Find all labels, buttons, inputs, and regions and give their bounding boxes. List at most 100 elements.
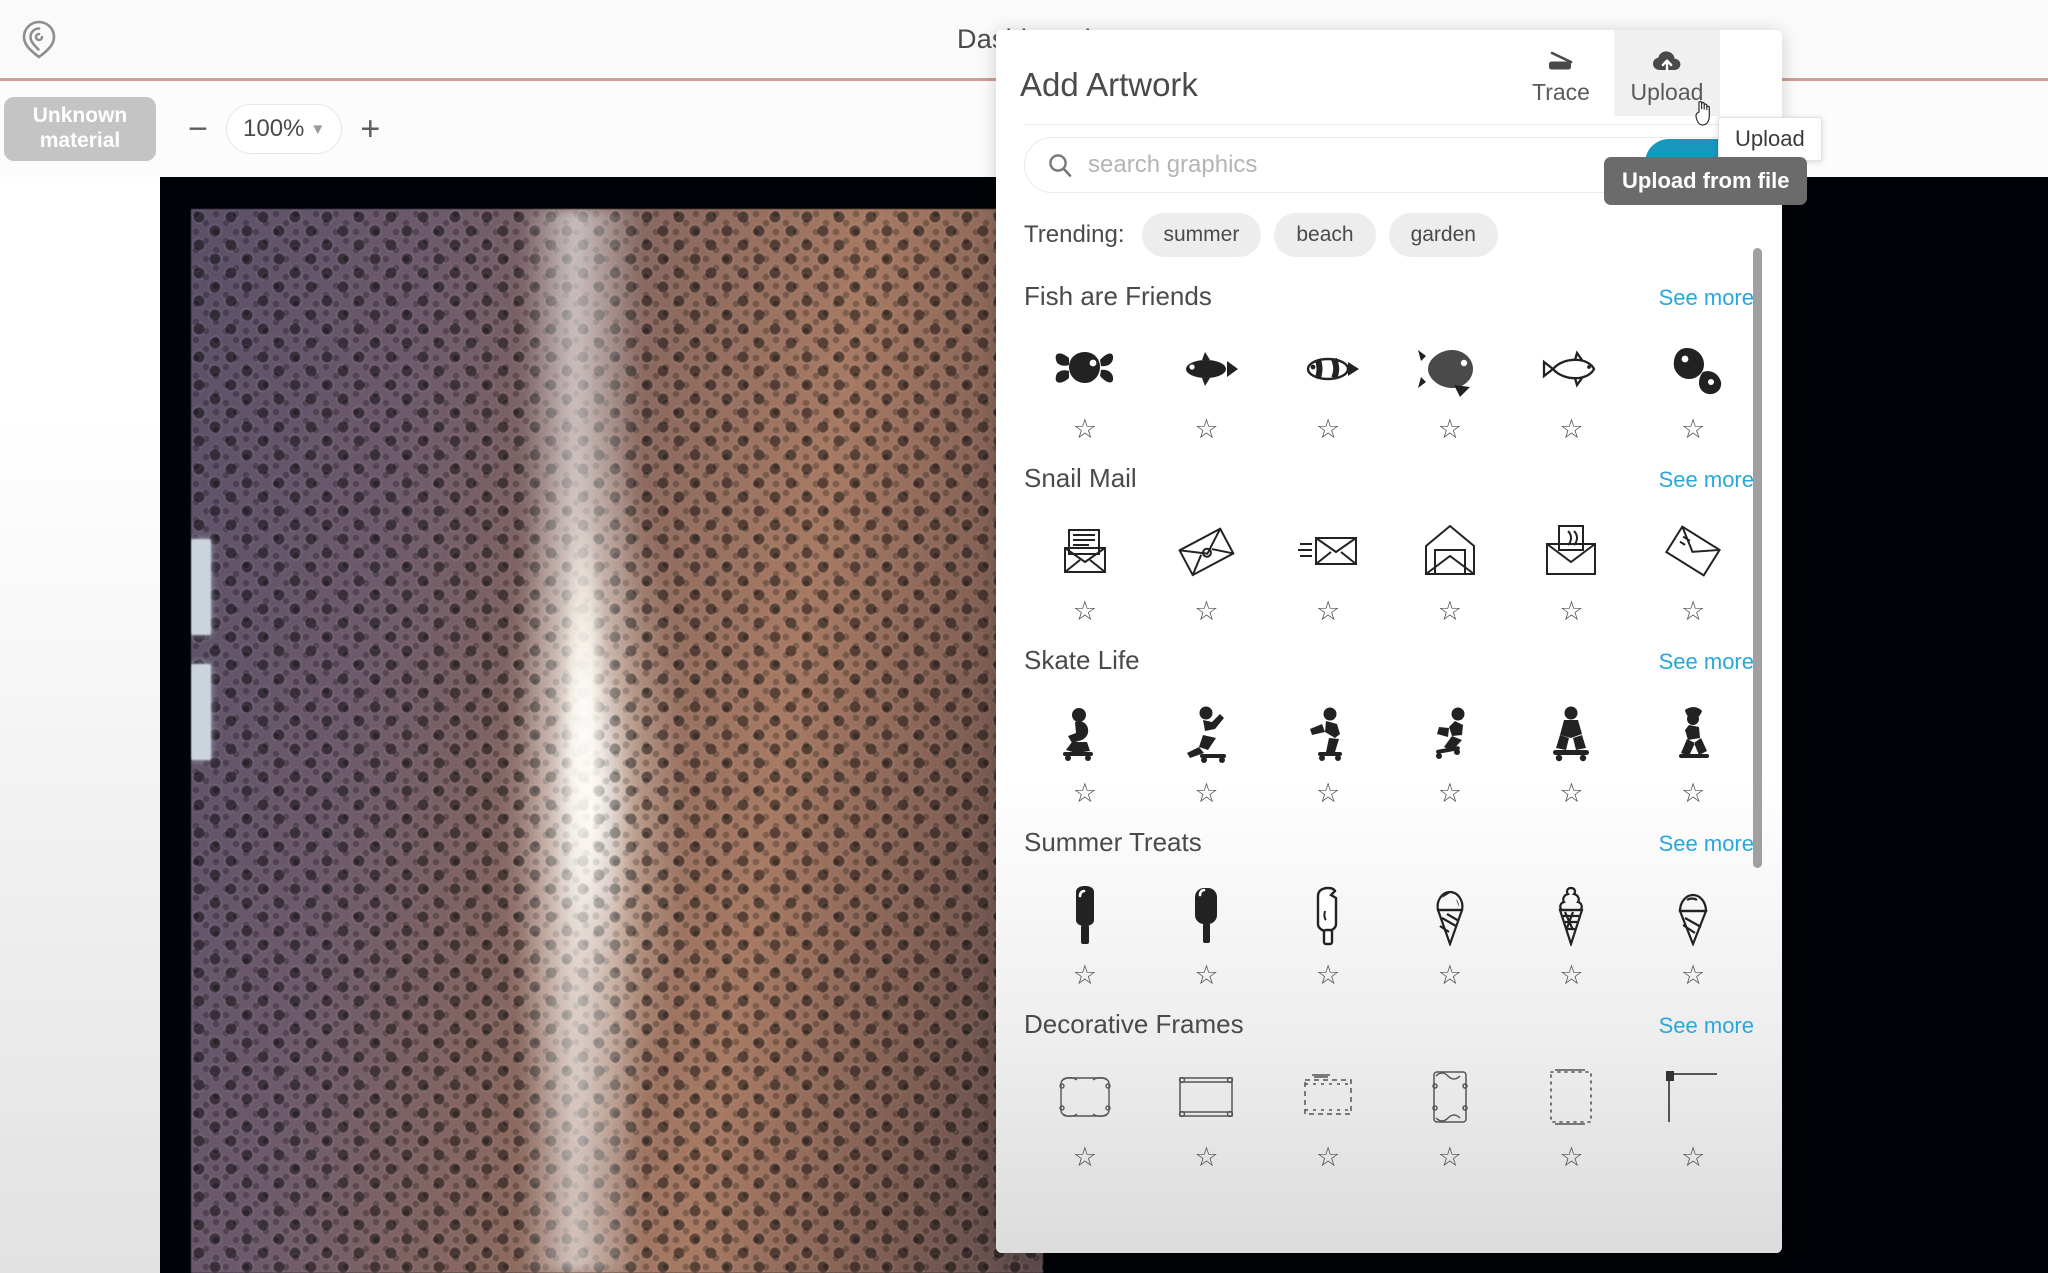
graphic-tile[interactable]: ☆ <box>1267 688 1389 811</box>
graphic-tile[interactable]: ☆ <box>1024 506 1146 629</box>
graphic-tile[interactable]: ☆ <box>1267 1052 1389 1175</box>
bass-fish-icon[interactable] <box>1414 332 1486 406</box>
favorite-star-icon[interactable]: ☆ <box>1681 598 1705 625</box>
favorite-star-icon[interactable]: ☆ <box>1438 416 1462 443</box>
graphic-tile[interactable]: ☆ <box>1511 506 1633 629</box>
graphic-tile[interactable]: ☆ <box>1146 870 1268 993</box>
skater-trick-icon[interactable] <box>1292 696 1364 770</box>
graphic-tile[interactable]: ☆ <box>1146 1052 1268 1175</box>
envelope-with-card-icon[interactable] <box>1535 514 1607 588</box>
favorite-star-icon[interactable]: ☆ <box>1559 962 1583 989</box>
graphic-tile[interactable]: ☆ <box>1267 506 1389 629</box>
favorite-star-icon[interactable]: ☆ <box>1681 780 1705 807</box>
skater-crouch-icon[interactable] <box>1049 696 1121 770</box>
popsicle-bite-icon[interactable] <box>1292 878 1364 952</box>
favorite-star-icon[interactable]: ☆ <box>1194 780 1218 807</box>
see-more-link[interactable]: See more <box>1659 1013 1754 1039</box>
favorite-star-icon[interactable]: ☆ <box>1438 962 1462 989</box>
trace-button[interactable]: Trace <box>1508 30 1614 116</box>
diagonal-envelope-icon[interactable] <box>1657 514 1729 588</box>
favorite-star-icon[interactable]: ☆ <box>1194 598 1218 625</box>
popsicle-solid-icon[interactable] <box>1049 878 1121 952</box>
favorite-star-icon[interactable]: ☆ <box>1194 1144 1218 1171</box>
mail-stack-icon[interactable] <box>1292 514 1364 588</box>
graphic-tile[interactable]: ☆ <box>1267 324 1389 447</box>
trending-chip-garden[interactable]: garden <box>1388 213 1498 257</box>
clownfish-icon[interactable] <box>1292 332 1364 406</box>
favorite-star-icon[interactable]: ☆ <box>1438 598 1462 625</box>
favorite-star-icon[interactable]: ☆ <box>1073 598 1097 625</box>
zoom-out-button[interactable]: − <box>178 109 218 149</box>
graphic-tile[interactable]: ☆ <box>1511 324 1633 447</box>
graphic-tile[interactable]: ☆ <box>1389 324 1511 447</box>
frame-tall-icon[interactable] <box>1414 1060 1486 1134</box>
zoom-level-select[interactable]: 100% ▼ <box>226 104 343 154</box>
graphic-tile[interactable]: ☆ <box>1389 1052 1511 1175</box>
zoom-in-button[interactable]: + <box>350 109 390 149</box>
favorite-star-icon[interactable]: ☆ <box>1194 962 1218 989</box>
material-badge[interactable]: Unknown material <box>4 97 156 161</box>
graphic-tile[interactable]: ☆ <box>1389 688 1511 811</box>
open-envelope-icon[interactable] <box>1414 514 1486 588</box>
favorite-star-icon[interactable]: ☆ <box>1316 598 1340 625</box>
frame-square-icon[interactable] <box>1170 1060 1242 1134</box>
graphic-tile[interactable]: ☆ <box>1146 324 1268 447</box>
favorite-star-icon[interactable]: ☆ <box>1559 1144 1583 1171</box>
graphic-tile[interactable]: ☆ <box>1024 1052 1146 1175</box>
graphic-tile[interactable]: ☆ <box>1146 506 1268 629</box>
trending-chip-beach[interactable]: beach <box>1274 213 1376 257</box>
popsicle-bar-icon[interactable] <box>1170 878 1242 952</box>
favorite-star-icon[interactable]: ☆ <box>1559 598 1583 625</box>
graphic-tile[interactable]: ☆ <box>1511 1052 1633 1175</box>
graphic-tile[interactable]: ☆ <box>1024 870 1146 993</box>
frame-dashed-icon[interactable] <box>1292 1060 1364 1134</box>
graphic-tile[interactable]: ☆ <box>1267 870 1389 993</box>
favorite-star-icon[interactable]: ☆ <box>1073 780 1097 807</box>
graphic-tile[interactable]: ☆ <box>1632 1052 1754 1175</box>
graphic-tile[interactable]: ☆ <box>1389 870 1511 993</box>
tilted-letter-icon[interactable] <box>1170 514 1242 588</box>
graphic-tile[interactable]: ☆ <box>1146 688 1268 811</box>
goldfish-fancy-icon[interactable] <box>1049 332 1121 406</box>
soft-serve-cone-icon[interactable] <box>1535 878 1607 952</box>
graphic-tile[interactable]: ☆ <box>1632 688 1754 811</box>
favorite-star-icon[interactable]: ☆ <box>1681 962 1705 989</box>
letter-in-envelope-icon[interactable] <box>1049 514 1121 588</box>
favorite-star-icon[interactable]: ☆ <box>1073 962 1097 989</box>
koi-pair-icon[interactable] <box>1657 332 1729 406</box>
frame-rounded-icon[interactable] <box>1049 1060 1121 1134</box>
favorite-star-icon[interactable]: ☆ <box>1316 780 1340 807</box>
favorite-star-icon[interactable]: ☆ <box>1316 416 1340 443</box>
favorite-star-icon[interactable]: ☆ <box>1073 416 1097 443</box>
graphic-tile[interactable]: ☆ <box>1632 506 1754 629</box>
graphic-tile[interactable]: ☆ <box>1024 688 1146 811</box>
graphic-tile[interactable]: ☆ <box>1632 870 1754 993</box>
skater-sit-icon[interactable] <box>1535 696 1607 770</box>
favorite-star-icon[interactable]: ☆ <box>1681 416 1705 443</box>
favorite-star-icon[interactable]: ☆ <box>1559 780 1583 807</box>
favorite-star-icon[interactable]: ☆ <box>1316 1144 1340 1171</box>
see-more-link[interactable]: See more <box>1659 285 1754 311</box>
minnow-fish-icon[interactable] <box>1535 332 1607 406</box>
favorite-star-icon[interactable]: ☆ <box>1438 1144 1462 1171</box>
graphic-tile[interactable]: ☆ <box>1024 324 1146 447</box>
favorite-star-icon[interactable]: ☆ <box>1559 416 1583 443</box>
gelato-cone-icon[interactable] <box>1657 878 1729 952</box>
favorite-star-icon[interactable]: ☆ <box>1438 780 1462 807</box>
favorite-star-icon[interactable]: ☆ <box>1073 1144 1097 1171</box>
trending-chip-summer[interactable]: summer <box>1141 213 1262 257</box>
ice-cream-cone-icon[interactable] <box>1414 878 1486 952</box>
see-more-link[interactable]: See more <box>1659 649 1754 675</box>
frame-dotted-icon[interactable] <box>1535 1060 1607 1134</box>
graphic-tile[interactable]: ☆ <box>1511 688 1633 811</box>
favorite-star-icon[interactable]: ☆ <box>1316 962 1340 989</box>
favorite-star-icon[interactable]: ☆ <box>1681 1144 1705 1171</box>
skater-push-icon[interactable] <box>1170 696 1242 770</box>
vertical-scrollbar[interactable] <box>1753 248 1762 868</box>
graphic-tile[interactable]: ☆ <box>1632 324 1754 447</box>
upload-button[interactable]: Upload <box>1614 30 1720 116</box>
see-more-link[interactable]: See more <box>1659 467 1754 493</box>
skater-jump-icon[interactable] <box>1657 696 1729 770</box>
favorite-star-icon[interactable]: ☆ <box>1194 416 1218 443</box>
graphics-catalogue[interactable]: Fish are Friends See more ☆ ☆ ☆ ☆ ☆ ☆ Snail Mail… <box>996 265 1782 1253</box>
